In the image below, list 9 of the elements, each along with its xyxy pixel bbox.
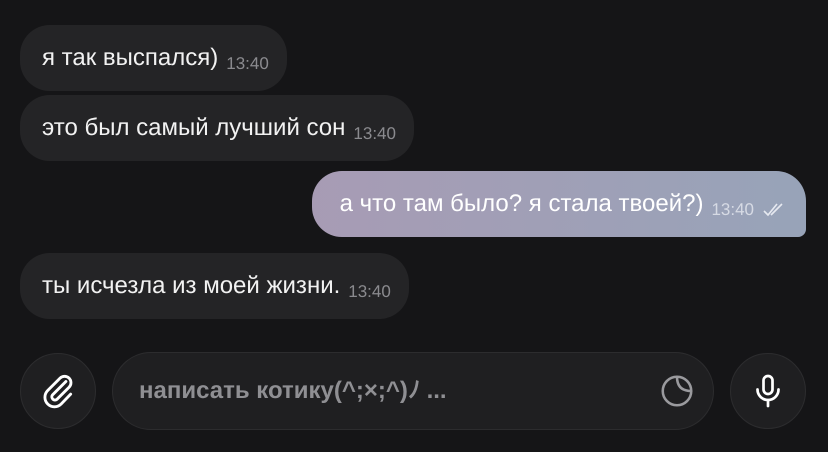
message-time: 13:40 [348, 281, 391, 304]
message-time: 13:40 [353, 123, 396, 146]
message-text: я так выспался) [42, 43, 218, 73]
message-time: 13:40 [226, 53, 269, 76]
message-text: ты исчезла из моей жизни. [42, 271, 340, 301]
message-field[interactable]: написать котику(^;×;^)ﾉ ... [112, 352, 714, 430]
message-text: это был самый лучший сон [42, 113, 346, 143]
message-text: а что там было? я стала твоей?) [340, 189, 704, 219]
message-time: 13:40 [711, 199, 754, 222]
